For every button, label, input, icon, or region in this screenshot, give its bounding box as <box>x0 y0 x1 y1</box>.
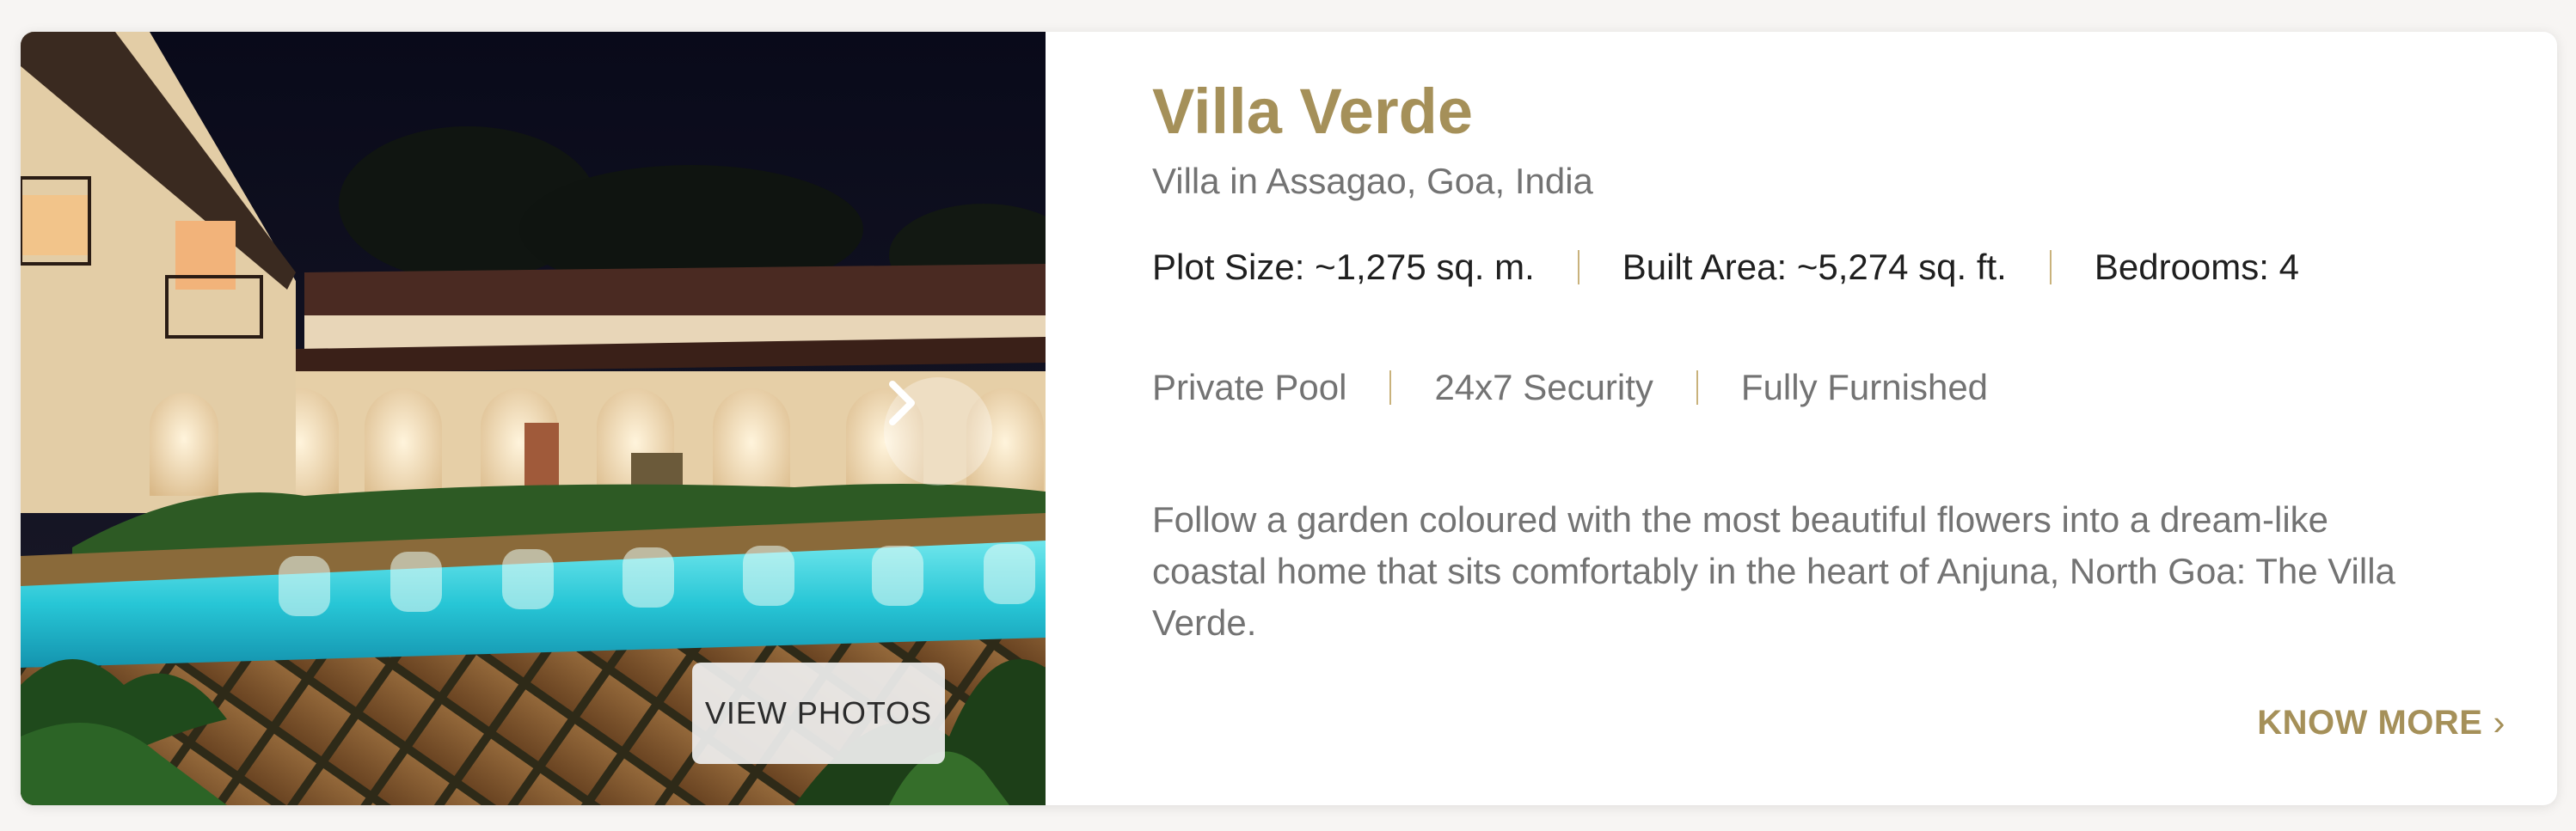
spec-bedrooms: Bedrooms: 4 <box>2094 247 2299 287</box>
property-info: Villa Verde Villa in Assagao, Goa, India… <box>1152 32 2557 805</box>
separator <box>2049 250 2052 284</box>
property-features: Private Pool 24x7 Security Fully Furnish… <box>1152 367 1988 408</box>
separator <box>1696 370 1698 405</box>
spec-built-area: Built Area: ~5,274 sq. ft. <box>1622 247 2007 287</box>
property-location: Villa in Assagao, Goa, India <box>1152 161 1593 201</box>
next-photo-button[interactable] <box>884 377 992 486</box>
spec-plot-size: Plot Size: ~1,275 sq. m. <box>1152 247 1535 287</box>
chevron-right-icon: › <box>2493 702 2505 742</box>
property-title[interactable]: Villa Verde <box>1152 75 1473 148</box>
feature-security: 24x7 Security <box>1434 367 1653 407</box>
property-card: VIEW PHOTOS Villa Verde Villa in Assagao… <box>21 32 2557 805</box>
property-description: Follow a garden coloured with the most b… <box>1152 499 2395 643</box>
separator <box>1389 370 1392 405</box>
feature-furnished: Fully Furnished <box>1740 367 1989 407</box>
chevron-right-icon <box>889 381 915 425</box>
know-more-label: KNOW MORE <box>2257 703 2483 742</box>
view-photos-button[interactable]: VIEW PHOTOS <box>692 663 945 764</box>
villa-photo[interactable]: VIEW PHOTOS <box>21 32 1046 805</box>
separator <box>1577 250 1579 284</box>
feature-private-pool: Private Pool <box>1152 367 1347 407</box>
know-more-link[interactable]: KNOW MORE › <box>2257 702 2505 743</box>
property-specs: Plot Size: ~1,275 sq. m. Built Area: ~5,… <box>1152 247 2299 288</box>
